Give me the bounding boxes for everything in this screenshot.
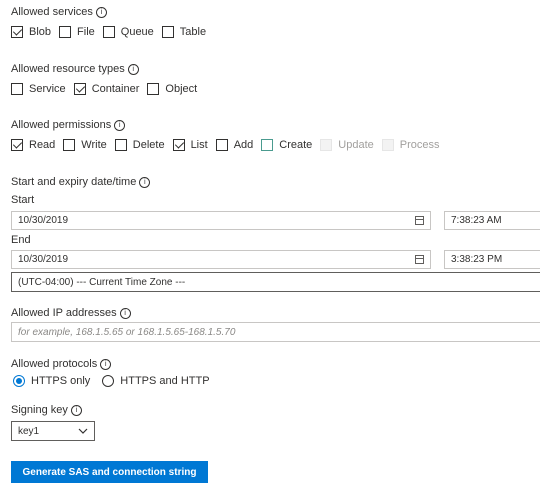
- checkbox-box: [320, 139, 333, 151]
- checkbox-list[interactable]: List: [172, 139, 208, 151]
- start-expiry-label: Start and expiry date/time i: [11, 176, 151, 188]
- checkbox-box[interactable]: [11, 83, 23, 95]
- ip-address-input[interactable]: for example, 168.1.5.65 or 168.1.5.65-16…: [11, 322, 540, 342]
- info-icon[interactable]: i: [70, 404, 82, 416]
- end-label: End: [11, 234, 31, 246]
- permissions-checkbox-group: Read Write Delete List Add Create Update…: [11, 139, 448, 151]
- allowed-permissions-label: Allowed permissions i: [11, 119, 126, 131]
- checkbox-box[interactable]: [11, 26, 23, 38]
- checkbox-write[interactable]: Write: [63, 139, 107, 151]
- checkbox-box[interactable]: [63, 139, 76, 151]
- checkbox-box[interactable]: [59, 26, 72, 38]
- resource-types-checkbox-group: Service Container Object: [11, 83, 205, 95]
- checkbox-update: Update: [320, 139, 374, 151]
- checkbox-box[interactable]: [215, 139, 228, 151]
- checkbox-process: Process: [381, 139, 440, 151]
- radio-https-only[interactable]: HTTPS only: [13, 375, 90, 387]
- chevron-down-icon: [78, 428, 88, 434]
- start-time-input[interactable]: 7:38:23 AM: [444, 211, 540, 230]
- radio-https-and-http[interactable]: HTTPS and HTTP: [102, 375, 210, 387]
- checkbox-queue[interactable]: Queue: [102, 26, 154, 38]
- checkbox-blob[interactable]: Blob: [11, 26, 51, 38]
- radio-button[interactable]: [13, 375, 25, 387]
- checkbox-box[interactable]: [147, 83, 160, 95]
- checkbox-box[interactable]: [102, 26, 115, 38]
- info-icon[interactable]: i: [114, 119, 126, 131]
- checkbox-service[interactable]: Service: [11, 83, 66, 95]
- calendar-icon[interactable]: [415, 216, 424, 225]
- info-icon[interactable]: i: [127, 63, 139, 75]
- start-label: Start: [11, 194, 35, 206]
- start-date-input[interactable]: 10/30/2019: [11, 211, 431, 230]
- checkbox-box: [381, 139, 394, 151]
- calendar-icon[interactable]: [415, 255, 424, 264]
- checkbox-box[interactable]: [172, 139, 185, 151]
- generate-sas-button[interactable]: Generate SAS and connection string: [11, 461, 208, 483]
- checkbox-read[interactable]: Read: [11, 139, 55, 151]
- info-icon[interactable]: i: [119, 307, 131, 319]
- info-icon[interactable]: i: [95, 6, 107, 18]
- end-date-input[interactable]: 10/30/2019: [11, 250, 431, 269]
- allowed-resource-types-label: Allowed resource types i: [11, 63, 139, 75]
- allowed-ip-label: Allowed IP addresses i: [11, 307, 131, 319]
- info-icon[interactable]: i: [100, 358, 112, 370]
- checkbox-create[interactable]: Create: [261, 139, 312, 151]
- allowed-protocols-label: Allowed protocols i: [11, 358, 112, 370]
- allowed-services-label: Allowed services i: [11, 6, 107, 18]
- end-time-input[interactable]: 3:38:23 PM: [444, 250, 540, 269]
- timezone-dropdown[interactable]: (UTC-04:00) --- Current Time Zone ---: [11, 272, 540, 292]
- checkbox-table[interactable]: Table: [161, 26, 206, 38]
- signing-key-select[interactable]: key1: [11, 421, 95, 441]
- checkbox-file[interactable]: File: [59, 26, 95, 38]
- protocols-radio-group: HTTPS only HTTPS and HTTP: [13, 375, 218, 387]
- services-checkbox-group: Blob File Queue Table: [11, 26, 214, 38]
- checkbox-box[interactable]: [161, 26, 174, 38]
- checkbox-box[interactable]: [73, 83, 86, 95]
- info-icon[interactable]: i: [139, 176, 151, 188]
- checkbox-box[interactable]: [11, 139, 23, 151]
- checkbox-add[interactable]: Add: [215, 139, 253, 151]
- radio-button[interactable]: [102, 375, 115, 387]
- checkbox-container[interactable]: Container: [73, 83, 139, 95]
- checkbox-delete[interactable]: Delete: [114, 139, 165, 151]
- signing-key-label: Signing key i: [11, 404, 82, 416]
- checkbox-box[interactable]: [114, 139, 127, 151]
- checkbox-box[interactable]: [261, 139, 274, 151]
- checkbox-object[interactable]: Object: [147, 83, 197, 95]
